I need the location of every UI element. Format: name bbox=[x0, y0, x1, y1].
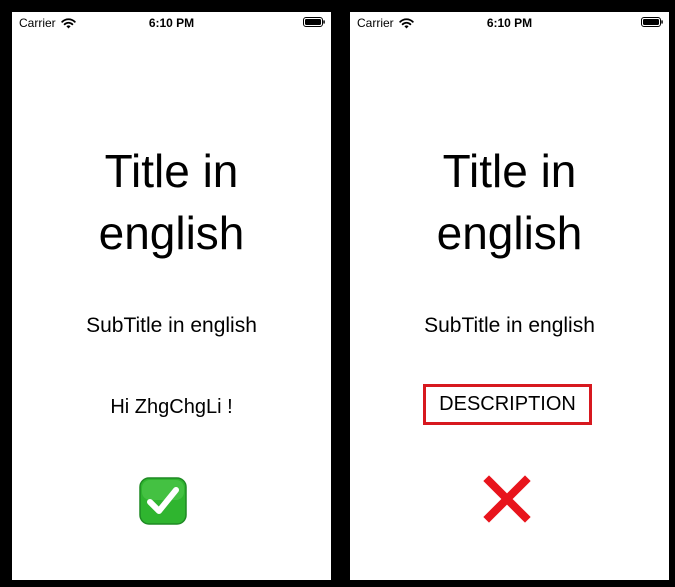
status-time: 6:10 PM bbox=[148, 16, 195, 30]
title-line-2: english bbox=[436, 207, 583, 259]
cross-mark-icon bbox=[483, 475, 531, 523]
title-line-1: Title in bbox=[104, 145, 239, 197]
right-phone-screen: Carrier 6:10 PM Title in english SubTitl… bbox=[350, 12, 669, 580]
subtitle: SubTitle in english bbox=[424, 314, 595, 337]
greeting-text: Hi ZhgChgLi ! bbox=[110, 396, 233, 418]
subtitle: SubTitle in english bbox=[86, 314, 257, 337]
status-bar: Carrier 6:10 PM bbox=[12, 12, 331, 34]
battery-icon bbox=[303, 17, 325, 27]
title-line-1: Title in bbox=[442, 145, 577, 197]
status-time: 6:10 PM bbox=[486, 16, 533, 30]
title-line-2: english bbox=[98, 207, 245, 259]
left-phone-screen: Carrier 6:10 PM Title in english SubTitl… bbox=[12, 12, 331, 580]
description-highlight-box: DESCRIPTION bbox=[423, 384, 592, 425]
check-mark-icon bbox=[139, 477, 187, 525]
page-title: Title in english bbox=[12, 140, 331, 264]
page-title: Title in english bbox=[350, 140, 669, 264]
status-bar: Carrier 6:10 PM bbox=[350, 12, 669, 34]
description-text: DESCRIPTION bbox=[439, 393, 576, 415]
battery-icon bbox=[641, 17, 663, 27]
